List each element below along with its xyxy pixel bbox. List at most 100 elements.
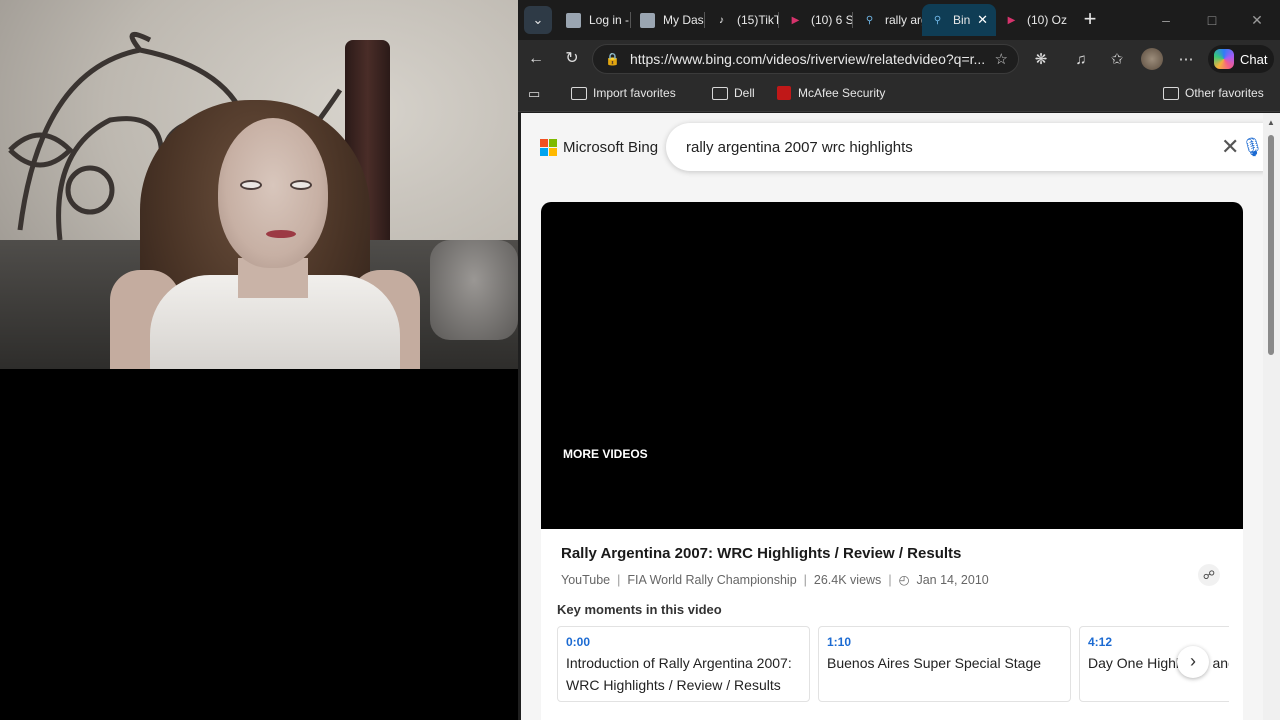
tab-tiktok[interactable]: ♪ (15)TikT — [706, 4, 778, 36]
scroll-thumb[interactable] — [1268, 135, 1274, 355]
key-moment-card[interactable]: 1:10 Buenos Aires Super Special Stage — [818, 626, 1071, 702]
sidebar-toggle-icon[interactable]: ▭ — [528, 86, 546, 102]
favorite-label: McAfee Security — [798, 86, 886, 100]
close-window-icon[interactable]: ✕ — [1247, 10, 1267, 30]
tab-separator — [704, 12, 705, 28]
tab-label: Bin — [953, 13, 971, 27]
address-bar[interactable]: 🔒 https://www.bing.com/videos/riverview/… — [592, 44, 1019, 74]
bing-search-icon: ⚲ — [933, 14, 942, 26]
url-text[interactable]: https://www.bing.com/videos/riverview/re… — [630, 51, 995, 67]
profile-avatar[interactable] — [1141, 48, 1163, 70]
minimize-icon[interactable]: – — [1156, 10, 1176, 30]
tab-actions-menu[interactable]: ⌄ — [524, 6, 552, 34]
favorite-label: Other favorites — [1185, 86, 1264, 100]
folder-icon — [1163, 86, 1179, 100]
close-tab-icon[interactable]: ✕ — [977, 12, 988, 28]
video-player[interactable]: MORE VIDEOS — [541, 202, 1243, 529]
address-toolbar: ← ↻ 🔒 https://www.bing.com/videos/riverv… — [518, 40, 1280, 78]
favorite-mcafee[interactable]: McAfee Security — [777, 86, 885, 100]
meta-separator: | — [888, 573, 892, 587]
tab-label: (10) 6 S — [811, 13, 852, 27]
tab-label: (15)TikT — [737, 13, 778, 27]
tab-separator — [778, 12, 779, 28]
person-eye-left — [240, 180, 262, 190]
bing-video-page: Microsoft Bing rally argentina 2007 wrc … — [521, 113, 1263, 720]
tab-log-in[interactable]: Log in - — [558, 4, 630, 36]
copilot-chat-button[interactable]: Chat — [1208, 45, 1274, 73]
more-options-icon[interactable]: ⋯ — [1175, 49, 1197, 71]
tab-separator — [852, 12, 853, 28]
person-face — [218, 118, 328, 268]
chevron-down-icon: ⌄ — [532, 12, 544, 27]
tab-bar: ⌄ Log in - My Das ♪ (15)TikT ▶ (10) 6 S — [518, 0, 1280, 40]
bing-logo-text: Microsoft Bing — [563, 139, 659, 156]
save-video-icon[interactable]: ☍ — [1198, 564, 1220, 586]
maximize-icon[interactable]: □ — [1202, 10, 1222, 30]
video-source: YouTube — [561, 573, 611, 587]
screen: ⌄ Log in - My Das ♪ (15)TikT ▶ (10) 6 S — [0, 0, 1280, 720]
tab-label: rally arg — [885, 13, 924, 27]
tab-youtube-1[interactable]: ▶ (10) 6 S — [780, 4, 852, 36]
document-icon — [566, 12, 581, 28]
copilot-icon — [1214, 49, 1234, 69]
clock-icon: ◴ — [898, 573, 910, 587]
key-moments-heading: Key moments in this video — [557, 602, 722, 617]
moment-time: 1:10 — [827, 635, 852, 649]
tab-separator — [630, 12, 631, 28]
browser-window: ⌄ Log in - My Das ♪ (15)TikT ▶ (10) 6 S — [518, 0, 1280, 720]
bing-search-icon: ⚲ — [865, 14, 874, 26]
chevron-right-icon[interactable]: › — [1177, 646, 1209, 678]
moment-desc: Buenos Aires Super Special Stage — [827, 655, 1042, 671]
tab-bing-active[interactable]: ⚲ Bin ✕ — [922, 4, 996, 36]
mcafee-icon — [777, 86, 791, 100]
meta-separator: | — [803, 573, 807, 587]
favorite-label: Import favorites — [593, 86, 676, 100]
media-control-icon[interactable]: ♫ — [1070, 49, 1092, 71]
tiktok-icon: ♪ — [719, 14, 724, 26]
moment-time: 4:12 — [1088, 635, 1113, 649]
search-input[interactable]: rally argentina 2007 wrc highlights — [666, 123, 1263, 171]
video-title[interactable]: Rally Argentina 2007: WRC Highlights / R… — [561, 545, 961, 562]
bing-logo[interactable]: Microsoft Bing — [540, 139, 658, 156]
favorites-icon[interactable]: ✩ — [1106, 49, 1128, 71]
video-date: Jan 14, 2010 — [916, 573, 989, 587]
moment-desc: Introduction of Rally Argentina 2007: WR… — [566, 655, 792, 693]
tab-label: My Das — [663, 13, 704, 27]
youtube-icon: ▶ — [791, 14, 800, 26]
video-channel[interactable]: FIA World Rally Championship — [627, 573, 796, 587]
favorite-star-icon[interactable]: ☆ — [995, 50, 1008, 68]
youtube-icon: ▶ — [1007, 14, 1016, 26]
tab-label: (10) Oz — [1027, 13, 1068, 27]
favorite-dell[interactable]: Dell — [712, 86, 755, 100]
new-tab-button[interactable]: + — [1078, 8, 1102, 32]
tab-rally-search[interactable]: ⚲ rally arg — [854, 4, 924, 36]
favorite-label: Dell — [734, 86, 755, 100]
more-videos-link[interactable]: MORE VIDEOS — [563, 447, 648, 461]
tab-label: Log in - — [589, 13, 630, 27]
microsoft-logo-icon — [540, 139, 557, 156]
extensions-icon[interactable]: ❋ — [1030, 49, 1052, 71]
favorites-bar: ▭ Import favorites Dell McAfee Security … — [518, 78, 1280, 112]
pillow — [430, 240, 518, 340]
person-lips — [266, 230, 296, 238]
moment-time: 0:00 — [566, 635, 591, 649]
person-eye-right — [290, 180, 312, 190]
video-meta: YouTube | FIA World Rally Championship | 26.… — [561, 572, 989, 587]
back-arrow-icon[interactable]: ← — [524, 48, 548, 70]
refresh-icon[interactable]: ↻ — [560, 48, 584, 70]
other-favorites[interactable]: Other favorites — [1163, 86, 1264, 100]
import-icon — [571, 86, 587, 100]
key-moment-card[interactable]: 0:00 Introduction of Rally Argentina 200… — [557, 626, 810, 702]
tab-my-dashboard[interactable]: My Das — [632, 4, 704, 36]
favorite-import[interactable]: Import favorites — [571, 86, 676, 100]
page-scrollbar[interactable]: ▲ — [1263, 113, 1280, 720]
microphone-icon[interactable]: 🎙 — [1241, 137, 1263, 158]
folder-icon — [712, 86, 728, 100]
tab-youtube-2[interactable]: ▶ (10) Oz — [996, 4, 1068, 36]
search-query-text[interactable]: rally argentina 2007 wrc highlights — [686, 139, 913, 156]
key-moments-list: 0:00 Introduction of Rally Argentina 200… — [557, 626, 1229, 706]
document-icon — [640, 12, 655, 28]
clear-search-icon[interactable]: ✕ — [1221, 136, 1239, 158]
scroll-up-icon[interactable]: ▲ — [1267, 118, 1275, 127]
video-details-card: Rally Argentina 2007: WRC Highlights / R… — [541, 529, 1243, 720]
